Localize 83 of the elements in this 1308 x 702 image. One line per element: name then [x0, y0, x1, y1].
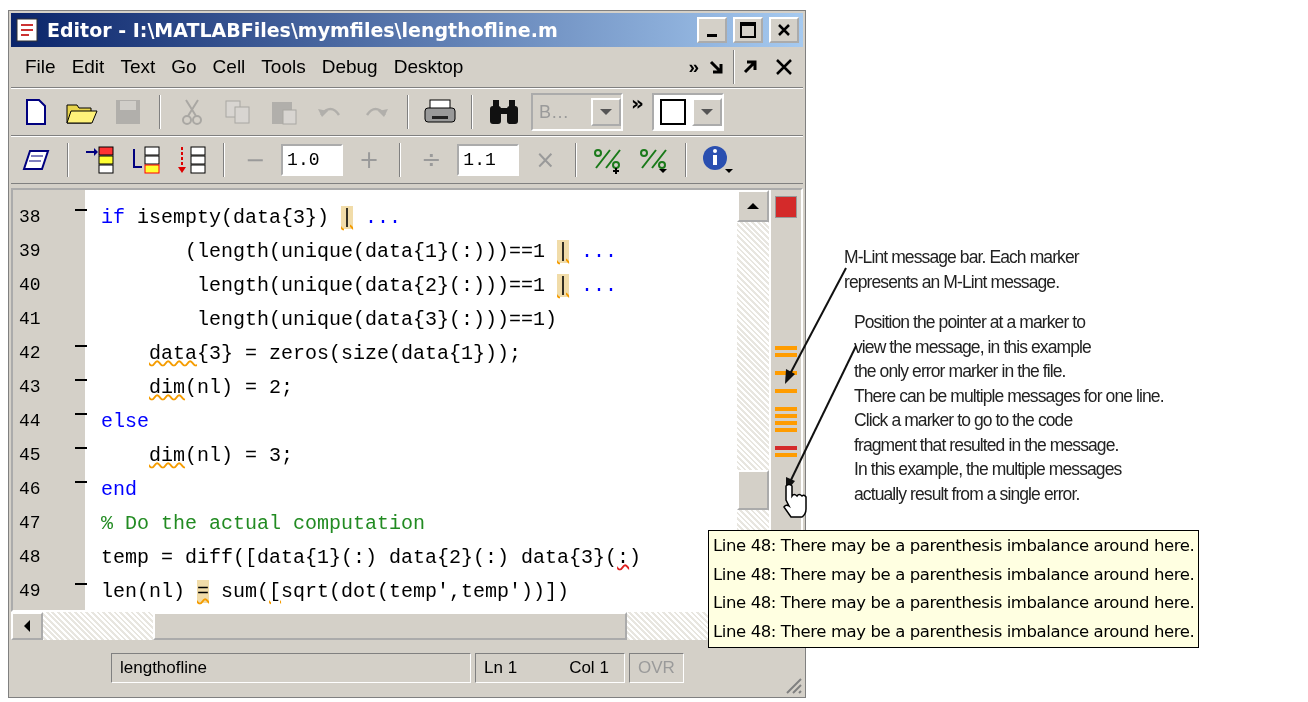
new-file-icon	[25, 99, 47, 125]
code-line: temp = diff([data{1}(:) data{2}(:) data{3}(:)	[101, 545, 642, 569]
line-number: 42	[18, 343, 42, 363]
code-line: length(unique(data{3}(:)))==1)	[196, 307, 558, 331]
minimize-icon	[707, 33, 717, 37]
callout-text: M-Lint message bar. Each marker represents an M-Lint message.	[844, 246, 1081, 294]
menu-item[interactable]: Edit	[63, 56, 113, 78]
line-number: 38	[18, 207, 42, 227]
code-line: end	[101, 477, 137, 501]
callout-text: Position the pointer at a marker to view the message, in this example the only error marker in the file. There can be multiple messages for one line. Click a marker to go to the code fragment that resulted in the message. In this example, the multiple messages actually result from a single error.	[854, 311, 1164, 506]
caret-icon	[699, 108, 714, 116]
message-marker[interactable]	[775, 421, 797, 425]
menu-item[interactable]: Cell	[204, 56, 254, 78]
line-number: 49	[18, 581, 42, 601]
overflow-chevron[interactable]: »	[631, 91, 644, 115]
line-number: 46	[18, 479, 42, 499]
message-marker[interactable]	[775, 353, 797, 357]
code-line: % Do the actual computation	[101, 511, 426, 535]
overwrite-mode: OVR	[629, 652, 684, 683]
file-name: lengthofline	[111, 652, 471, 683]
binoculars-icon	[488, 98, 520, 126]
tooltip-message: Line 48: There may be a parenthesis imbalance around here.	[713, 535, 1195, 557]
line-number: 39	[18, 241, 42, 261]
message-marker[interactable]	[775, 389, 797, 393]
insert-cell-icon	[85, 145, 115, 175]
message-marker[interactable]	[775, 407, 797, 411]
notebook-icon	[22, 149, 50, 171]
menu-item[interactable]: Tools	[253, 56, 314, 78]
menu-item[interactable]: File	[17, 56, 64, 78]
menu-overflow[interactable]: »	[680, 56, 707, 78]
message-marker[interactable]	[775, 346, 797, 350]
scroll-thumb[interactable]	[737, 470, 769, 510]
printer-icon	[424, 98, 456, 126]
window-title: Editor - I:\MATLABFiles\mymfiles\lengthofline.m	[47, 19, 559, 41]
up-triangle-icon	[746, 202, 760, 210]
maximize-icon	[740, 22, 756, 38]
line-number: 41	[18, 309, 42, 329]
line-number: 48	[18, 547, 42, 567]
code-line: dim(nl) = 2;	[148, 375, 294, 399]
minimize-button[interactable]	[697, 17, 727, 43]
tooltip-message: Line 48: There may be a parenthesis imbalance around here.	[713, 620, 1195, 643]
message-marker[interactable]	[775, 453, 797, 457]
close-button[interactable]	[769, 17, 799, 43]
caret-icon	[599, 108, 613, 116]
line-number: 44	[18, 411, 42, 431]
message-marker[interactable]	[775, 446, 797, 450]
input-field[interactable]: 1.1	[457, 144, 520, 176]
maximize-button[interactable]	[733, 17, 763, 43]
left-triangle-icon	[23, 619, 31, 633]
scroll-thumb[interactable]	[153, 612, 627, 640]
line-number: 45	[18, 445, 42, 465]
line-number: 47	[18, 513, 42, 533]
code-line: data{3} = zeros(size(data{1}));	[148, 341, 522, 365]
menu-item[interactable]: Debug	[313, 56, 386, 78]
tooltip-message: Line 48: There may be a parenthesis imbalance around here.	[713, 592, 1195, 614]
code-line: (length(unique(data{1}(:)))==1 | ...	[184, 239, 618, 263]
input-field[interactable]: 1.0	[281, 144, 344, 176]
info-caret-icon	[701, 145, 736, 175]
square-icon	[659, 99, 686, 125]
code-line: if isempty(data{3}) | ...	[101, 205, 402, 229]
copy-pages-icon	[224, 99, 252, 125]
message-marker[interactable]	[775, 414, 797, 418]
code-line: length(unique(data{2}(:)))==1 | ...	[196, 273, 618, 297]
line-number: 40	[18, 275, 42, 295]
tooltip-message: Line 48: There may be a parenthesis imbalance around here.	[713, 563, 1195, 586]
scroll-up-button[interactable]	[737, 190, 769, 222]
menu-item[interactable]: Go	[163, 56, 205, 78]
message-marker[interactable]	[775, 428, 797, 432]
menu-item[interactable]: Desktop	[385, 56, 472, 78]
line-position: Ln 1 Col 1	[475, 652, 625, 683]
code-line: len(nl) = sum([sqrt(dot(temp',temp'))])	[101, 579, 570, 603]
code-line: dim(nl) = 3;	[148, 443, 294, 467]
editor-app-icon	[15, 17, 41, 43]
menu-item[interactable]: Text	[112, 56, 164, 78]
evaluate-cells-icon	[177, 145, 207, 175]
scissors-icon	[182, 98, 202, 126]
close-icon	[777, 23, 791, 37]
status-indicator[interactable]	[775, 196, 797, 218]
scroll-left-button[interactable]	[11, 612, 43, 640]
dropdown[interactable]	[651, 93, 724, 131]
code-line: else	[101, 409, 149, 433]
line-number: 43	[18, 377, 42, 397]
move-cell-icon	[131, 145, 161, 175]
